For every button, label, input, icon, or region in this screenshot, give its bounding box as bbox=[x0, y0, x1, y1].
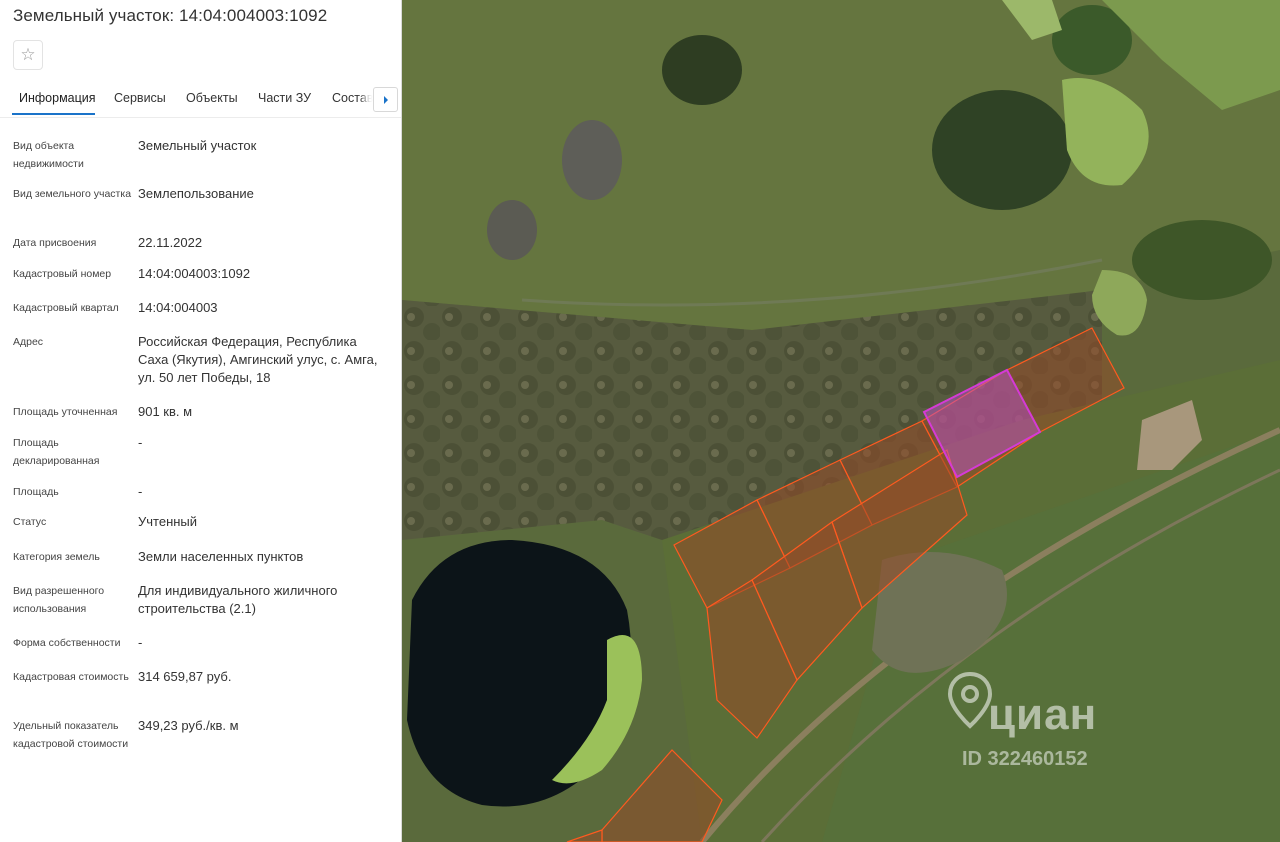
field-label: Кадастровый номер bbox=[13, 268, 112, 280]
field-value: Для индивидуального жиличного строительс… bbox=[138, 583, 338, 616]
field-label: Вид земельного участка bbox=[13, 188, 132, 200]
field-label: Кадастровый квартал bbox=[13, 302, 119, 314]
field-value: Земельный участок bbox=[138, 138, 257, 153]
field-value: Земли населенных пунктов bbox=[138, 549, 304, 564]
field-value: Учтенный bbox=[138, 514, 198, 529]
field-label: Площадь bbox=[13, 486, 59, 498]
field-value: 314 659,87 руб. bbox=[138, 669, 232, 684]
field-label: Площадь декларированная bbox=[13, 437, 100, 467]
tab-services[interactable]: Сервисы bbox=[114, 91, 166, 105]
field-value: 14:04:004003 bbox=[138, 300, 218, 315]
star-outline-icon: ☆ bbox=[20, 45, 36, 64]
field-value: Российская Федерация, Республика Саха (Я… bbox=[138, 334, 378, 385]
field-label: Категория земель bbox=[13, 551, 100, 563]
page-title: Земельный участок: 14:04:004003:1092 bbox=[13, 6, 328, 25]
field-label: Форма собственности bbox=[13, 637, 121, 649]
cian-watermark: циан ID 322460152 bbox=[940, 660, 1175, 780]
field-label: Вид объекта недвижимости bbox=[13, 140, 84, 170]
field-value: 349,23 руб./кв. м bbox=[138, 718, 239, 733]
tabs-scroll-right-button[interactable] bbox=[373, 87, 398, 112]
field-label: Дата присвоения bbox=[13, 237, 97, 249]
field-label: Статус bbox=[13, 516, 47, 528]
watermark-brand: циан bbox=[988, 690, 1098, 739]
field-value: - bbox=[138, 484, 143, 499]
field-label: Адрес bbox=[13, 336, 44, 348]
field-label: Вид разрешенного использования bbox=[13, 585, 105, 615]
tab-objects[interactable]: Объекты bbox=[186, 91, 238, 105]
watermark-id: ID 322460152 bbox=[962, 748, 1088, 770]
field-value: Землепользование bbox=[138, 186, 254, 201]
caret-right-icon bbox=[383, 95, 388, 104]
active-tab-indicator bbox=[12, 113, 95, 115]
field-value: - bbox=[138, 435, 143, 450]
field-label: Площадь уточненная bbox=[13, 406, 118, 418]
favorite-button[interactable]: ☆ bbox=[13, 40, 43, 70]
field-label: Удельный показатель кадастровой стоимост… bbox=[13, 720, 129, 750]
field-value: 14:04:004003:1092 bbox=[138, 266, 251, 281]
tab-bar: Информация Сервисы Объекты Части ЗУ Сост… bbox=[0, 84, 401, 118]
tab-parts[interactable]: Части ЗУ bbox=[258, 91, 311, 105]
tab-composition[interactable]: Состав bbox=[332, 91, 373, 105]
info-panel: Земельный участок: 14:04:004003:1092 ☆ И… bbox=[0, 0, 402, 842]
satellite-map[interactable]: циан ID 322460152 bbox=[402, 0, 1280, 842]
field-value: 901 кв. м bbox=[138, 404, 193, 419]
tab-info[interactable]: Информация bbox=[19, 91, 96, 105]
field-value: 22.11.2022 bbox=[138, 235, 203, 250]
field-label: Кадастровая стоимость bbox=[13, 671, 129, 683]
field-value: - bbox=[138, 635, 143, 650]
